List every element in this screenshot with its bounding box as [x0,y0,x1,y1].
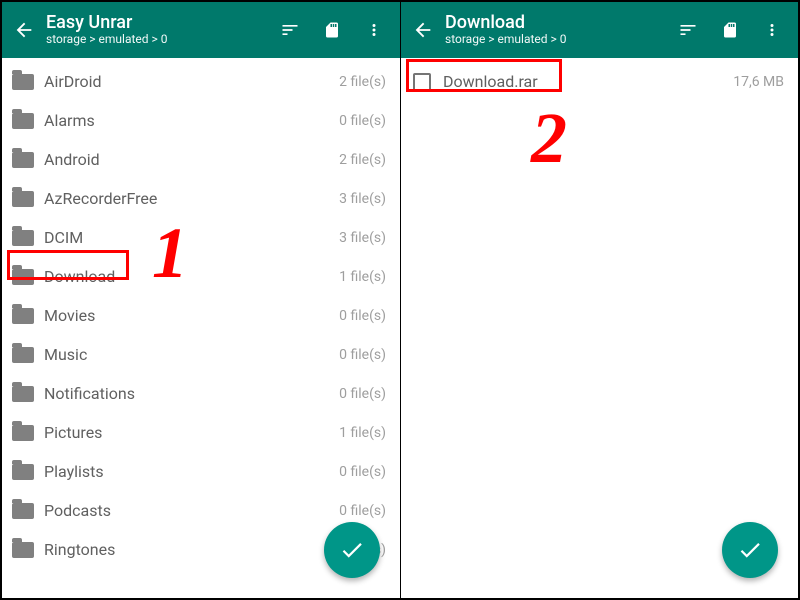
check-icon [737,537,763,563]
list-item[interactable]: Playlists0 file(s) [2,452,400,491]
item-meta: 0 file(s) [339,464,386,480]
checkbox-icon[interactable] [413,73,431,91]
overflow-menu-button[interactable] [758,16,786,44]
item-name: Notifications [44,384,339,403]
pane-left: Easy Unrar storage > emulated > 0 AirDro… [2,2,400,598]
folder-icon [12,113,34,129]
pane-right: Download storage > emulated > 0 Download… [400,2,798,598]
folder-icon [12,74,34,90]
page-title: Easy Unrar [46,13,276,34]
appbar-actions [276,16,392,44]
storage-button[interactable] [318,16,346,44]
folder-list: AirDroid2 file(s) Alarms0 file(s) Androi… [2,58,400,573]
sort-button[interactable] [674,16,702,44]
appbar: Easy Unrar storage > emulated > 0 [2,2,400,58]
sort-button[interactable] [276,16,304,44]
appbar-titles: Download storage > emulated > 0 [445,13,674,47]
folder-icon [12,542,34,558]
item-meta: 0 file(s) [339,113,386,129]
item-meta: 1 file(s) [339,425,386,441]
sd-card-icon [323,19,341,41]
item-meta: 0 file(s) [339,386,386,402]
item-name: Alarms [44,111,339,130]
item-meta: 0 file(s) [339,308,386,324]
folder-icon [12,347,34,363]
item-meta: 17,6 MB [733,74,784,90]
item-name: AzRecorderFree [44,189,339,208]
more-vert-icon [365,19,383,41]
item-name: Download [44,267,339,286]
item-name: Movies [44,306,339,325]
list-item[interactable]: Movies0 file(s) [2,296,400,335]
list-item[interactable]: Android2 file(s) [2,140,400,179]
folder-icon [12,230,34,246]
item-meta: 3 file(s) [339,230,386,246]
item-name: Download.rar [443,72,733,91]
back-button[interactable] [409,16,437,44]
sd-card-icon [721,19,739,41]
item-meta: 2 file(s) [339,152,386,168]
item-meta: 0 file(s) [339,503,386,519]
item-name: Ringtones [44,540,339,559]
appbar-actions [674,16,790,44]
sort-icon [279,20,301,40]
item-name: Playlists [44,462,339,481]
item-name: DCIM [44,228,339,247]
item-name: Android [44,150,339,169]
page-title: Download [445,13,674,34]
item-name: Podcasts [44,501,339,520]
item-meta: 0 file(s) [339,347,386,363]
list-item[interactable]: Alarms0 file(s) [2,101,400,140]
folder-icon [12,269,34,285]
list-item[interactable]: AirDroid2 file(s) [2,62,400,101]
list-item[interactable]: Pictures1 file(s) [2,413,400,452]
list-item[interactable]: AzRecorderFree3 file(s) [2,179,400,218]
folder-icon [12,386,34,402]
fab-confirm[interactable] [722,522,778,578]
item-name: AirDroid [44,72,339,91]
list-item-download-rar[interactable]: Download.rar 17,6 MB [401,62,798,101]
breadcrumb: storage > emulated > 0 [445,33,674,47]
folder-icon [12,191,34,207]
fab-confirm[interactable] [324,522,380,578]
appbar: Download storage > emulated > 0 [401,2,798,58]
list-item[interactable]: DCIM3 file(s) [2,218,400,257]
list-item-download[interactable]: Download1 file(s) [2,257,400,296]
arrow-left-icon [13,19,35,41]
overflow-menu-button[interactable] [360,16,388,44]
check-icon [339,537,365,563]
folder-icon [12,152,34,168]
item-meta: 1 file(s) [339,269,386,285]
breadcrumb: storage > emulated > 0 [46,33,276,47]
sort-icon [677,20,699,40]
item-name: Pictures [44,423,339,442]
folder-icon [12,503,34,519]
more-vert-icon [763,19,781,41]
appbar-titles: Easy Unrar storage > emulated > 0 [46,13,276,47]
annotation-number-2: 2 [531,102,567,174]
item-meta: 2 file(s) [339,74,386,90]
arrow-left-icon [412,19,434,41]
storage-button[interactable] [716,16,744,44]
list-item[interactable]: Notifications0 file(s) [2,374,400,413]
list-item[interactable]: Music0 file(s) [2,335,400,374]
folder-icon [12,425,34,441]
back-button[interactable] [10,16,38,44]
item-name: Music [44,345,339,364]
folder-icon [12,308,34,324]
item-meta: 3 file(s) [339,191,386,207]
file-list: Download.rar 17,6 MB [401,58,798,105]
folder-icon [12,464,34,480]
